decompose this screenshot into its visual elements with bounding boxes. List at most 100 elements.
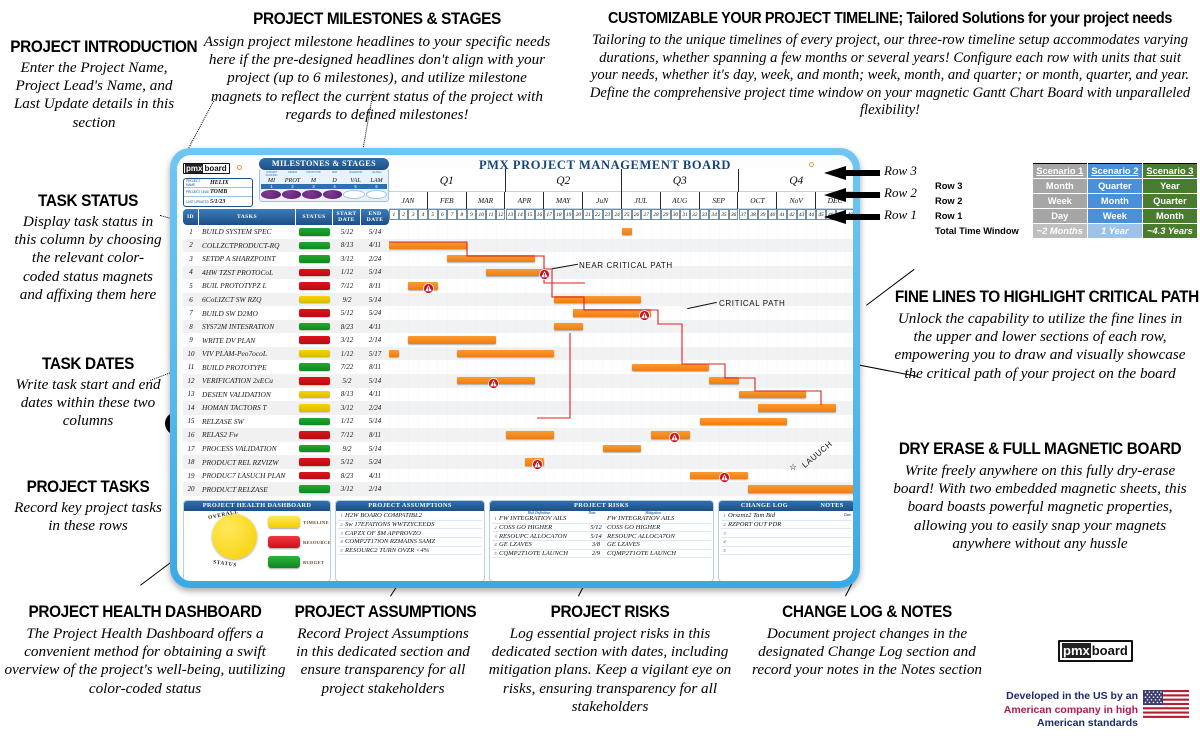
list-item[interactable]: 3 CAPZX OF $M APPROVZO <box>338 529 482 538</box>
task-name[interactable]: RELZASE SW <box>199 417 296 426</box>
table-row[interactable]: 13 DESIEN VALIDATION 8/13 4/11 <box>183 387 389 402</box>
quarter-cell[interactable]: Q3 <box>622 169 739 192</box>
task-start-date[interactable]: 3/12 <box>333 336 361 344</box>
task-name[interactable]: BUILD PROTOTYPE <box>199 363 296 372</box>
task-name[interactable]: PROCESS VALIDATION <box>199 444 296 453</box>
task-start-date[interactable]: 1/12 <box>333 268 361 276</box>
risk-date[interactable]: 5/12 <box>585 524 607 531</box>
week-cell[interactable]: 44 <box>806 209 817 220</box>
risk-mitigation[interactable]: CQMP2T1OTE LAUNCH <box>607 550 711 557</box>
task-start-date[interactable]: 5/2 <box>333 377 361 385</box>
week-cell[interactable]: 6 <box>437 209 448 220</box>
milestone-magnets[interactable] <box>261 189 387 199</box>
task-status-magnet[interactable] <box>296 282 333 290</box>
timeline-row-3-quarters[interactable]: Q1 Q2 Q3 Q4 <box>389 169 853 192</box>
milestones-stages-panel[interactable]: MILESTONES & STAGES CONCEPT PLANNING DES… <box>259 158 389 202</box>
task-name[interactable]: 4HW TZST PROTOCoL <box>199 268 296 277</box>
week-cell[interactable]: 37 <box>738 209 749 220</box>
task-status-magnet[interactable] <box>296 377 333 385</box>
table-row[interactable]: 2 COSS GO HIGHER 5/12 COSS GO HIGHER <box>492 524 711 533</box>
week-cell[interactable]: 27 <box>641 209 652 220</box>
week-cell[interactable]: 26 <box>631 209 642 220</box>
task-end-date[interactable]: 4/11 <box>361 241 389 249</box>
task-end-date[interactable]: 5/14 <box>361 445 389 453</box>
week-cell[interactable]: 35 <box>719 209 729 220</box>
table-row[interactable]: 19 PRODUC7 LASUCH PLAN 8/23 4/11 <box>183 468 389 483</box>
week-cell[interactable]: 14 <box>515 209 525 220</box>
task-name[interactable]: VERIFICATION 2xECu <box>199 376 296 385</box>
task-end-date[interactable]: 5/17 <box>361 350 389 358</box>
quarter-cell[interactable]: Q1 <box>389 169 506 192</box>
risk-definition[interactable]: CQMP2T1OTE LAUNCH <box>499 550 585 557</box>
list-item[interactable]: 1 Orszniz2 Tam Bid <box>721 512 852 521</box>
task-name[interactable]: COLLZCTPRODUCT-RQ <box>199 241 296 250</box>
timeline-row-2-months[interactable]: JAN FEB MAR APR MAY JuN JUL AUG SEP OCT NoV DEC <box>389 192 853 209</box>
table-row[interactable]: 11 BUILD PROTOTYPE 7/22 8/11 <box>183 360 389 375</box>
milestones-grid[interactable]: CONCEPT PLANNING DESIGN PROTOTYPE TEST V… <box>259 169 389 202</box>
risk-warning-icon[interactable] <box>532 457 543 470</box>
list-item[interactable]: 4 <box>721 538 852 547</box>
task-start-date[interactable]: 3/12 <box>333 404 361 412</box>
week-cell[interactable]: 22 <box>592 209 603 220</box>
list-item[interactable]: 1 H2W BOARO COMPATIBL2 <box>338 512 482 521</box>
task-start-date[interactable]: 8/13 <box>333 241 361 249</box>
task-name[interactable]: BUILD SW D2MO <box>199 309 296 318</box>
table-row[interactable]: 12 VERIFICATION 2xECu 5/2 5/14 <box>183 374 389 388</box>
month-cell[interactable]: OCT <box>739 192 778 209</box>
task-name[interactable]: BUIL PROTOTYPZ L <box>199 281 296 290</box>
risk-date[interactable]: 3/8 <box>585 541 607 548</box>
week-cell[interactable]: 28 <box>651 209 661 220</box>
project-assumptions-section[interactable]: PROJECT ASSUMPTIONS 1 H2W BOARO COMPATIBL… <box>335 500 485 581</box>
week-cell[interactable]: 15 <box>524 209 535 220</box>
week-cell[interactable]: 13 <box>505 209 516 220</box>
project-introduction-block[interactable]: pmx board PROJECT NAME HELIX PROJECT LEAD T… <box>183 158 253 207</box>
milestone-magnet[interactable] <box>261 189 281 199</box>
task-end-date[interactable]: 4/11 <box>361 323 389 331</box>
week-cell[interactable]: 38 <box>748 209 758 220</box>
week-cell[interactable]: 23 <box>602 209 613 220</box>
week-cell[interactable]: 12 <box>495 209 506 220</box>
week-cell[interactable]: 30 <box>670 209 681 220</box>
list-item[interactable]: 4 COMP2T17iON RZMAINS SAMZ <box>338 538 482 547</box>
table-row[interactable]: 20 PRODUCT RELZASE 3/12 2/14 <box>183 482 389 496</box>
table-row[interactable]: 2 COLLZCTPRODUCT-RQ 8/13 4/11 <box>183 238 389 253</box>
week-cell[interactable]: 19 <box>563 209 574 220</box>
table-row[interactable]: 1 FW INTEGRATIOV AILS FW INTEGRATIOV AILS <box>492 515 711 524</box>
milestone-magnet[interactable] <box>302 189 322 199</box>
week-cell[interactable]: 5 <box>427 209 438 220</box>
task-start-date[interactable]: 5/12 <box>333 309 361 317</box>
task-end-date[interactable]: 2/24 <box>361 255 389 263</box>
task-name[interactable]: SYS72M INTESRATION <box>199 322 296 331</box>
task-status-magnet[interactable] <box>296 241 333 250</box>
task-end-date[interactable]: 2/24 <box>361 404 389 412</box>
overall-status-magnet[interactable] <box>212 514 257 559</box>
task-status-magnet[interactable] <box>296 390 333 399</box>
task-start-date[interactable]: 7/22 <box>333 363 361 371</box>
item-text[interactable]: Orszniz2 Tam Bid <box>728 512 830 519</box>
risk-definition[interactable]: FW INTEGRATIOV AILS <box>499 515 585 522</box>
week-cell[interactable]: 7 <box>447 209 457 220</box>
milestone-name[interactable]: M <box>303 177 324 184</box>
week-cell[interactable]: 4 <box>418 209 428 220</box>
risk-warning-icon[interactable] <box>423 281 435 294</box>
task-start-date[interactable]: 9/2 <box>333 296 361 304</box>
risk-definition[interactable]: COSS GO HIGHER <box>499 524 585 531</box>
task-end-date[interactable]: 5/24 <box>361 309 389 317</box>
change-log-section[interactable]: CHANGE LOG NOTES 1 Orszniz2 Tam Bid 2 RZPOR… <box>718 500 853 581</box>
item-text[interactable]: RZPORT OUT PDR <box>728 521 830 528</box>
table-row[interactable]: 3 RESOUPC ALLOCA7ON 5/14 RESOUPC ALLOCA7ON <box>492 532 711 541</box>
table-row[interactable]: 9 WRITE DV PLAN 3/12 2/14 <box>183 333 389 347</box>
list-item[interactable]: 2 RZPORT OUT PDR <box>721 521 852 530</box>
milestone-magnet[interactable] <box>365 189 387 199</box>
milestone-name[interactable]: D <box>324 177 345 184</box>
table-row[interactable]: 6 6CoLIZCT SW RZQ 9/2 5/14 <box>183 292 389 307</box>
table-row[interactable]: 1 BUILD SYSTEM SPEC 5/12 5/14 <box>183 225 389 239</box>
week-cell[interactable]: 10 <box>476 209 487 220</box>
task-end-date[interactable]: 4/11 <box>361 472 389 480</box>
project-intro-fields[interactable]: PROJECT NAME HELIX PROJECT LEAD TOMB LAST … <box>183 178 253 207</box>
week-cell[interactable]: 3 <box>408 209 419 220</box>
month-cell[interactable]: NoV <box>777 192 817 209</box>
risk-mitigation[interactable]: RESOUPC ALLOCA7ON <box>607 533 711 540</box>
week-cell[interactable]: 17 <box>544 209 555 220</box>
task-status-magnet[interactable] <box>296 228 333 236</box>
